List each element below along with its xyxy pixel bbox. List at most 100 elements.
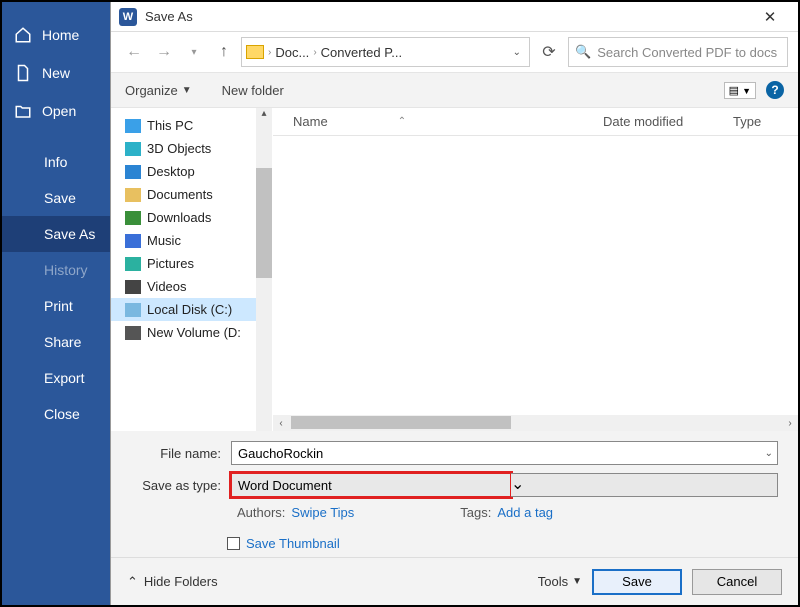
- scroll-left-icon[interactable]: ‹: [273, 418, 289, 429]
- address-bar-row: ← → ▾ ↑ › Doc... › Converted P... ⌄ ⟳ 🔍 …: [111, 32, 798, 72]
- tree-item-label: Local Disk (C:): [147, 302, 232, 317]
- horizontal-scrollbar[interactable]: ‹ ›: [273, 415, 798, 431]
- folder-icon: [246, 45, 264, 59]
- scroll-right-icon[interactable]: ›: [782, 418, 798, 429]
- tree-item-label: This PC: [147, 118, 193, 133]
- sidebar-item-open[interactable]: Open: [2, 92, 110, 130]
- tree-item-this-pc[interactable]: This PC: [111, 114, 272, 137]
- sidebar-item-new[interactable]: New: [2, 54, 110, 92]
- column-name[interactable]: Name: [293, 114, 328, 129]
- nav-back-icon[interactable]: ←: [121, 39, 147, 65]
- authors-field[interactable]: Swipe Tips: [291, 505, 354, 520]
- nav-up-icon[interactable]: ↑: [211, 39, 237, 65]
- new-doc-icon: [14, 64, 32, 82]
- tree-item-label: Documents: [147, 187, 213, 202]
- folder-tree: This PC 3D Objects Desktop Documents Downloa…: [111, 108, 273, 431]
- sidebar-item-save[interactable]: Save: [2, 180, 110, 216]
- tree-item-pictures[interactable]: Pictures: [111, 252, 272, 275]
- tree-item-documents[interactable]: Documents: [111, 183, 272, 206]
- sidebar-item-home[interactable]: Home: [2, 16, 110, 54]
- sidebar-item-close[interactable]: Close: [2, 396, 110, 432]
- chevron-up-icon: ⌃: [127, 574, 138, 590]
- folder-type-icon: [125, 142, 141, 156]
- savetype-dropdown-ext[interactable]: ⌄: [511, 473, 778, 497]
- tags-label: Tags:: [460, 505, 491, 520]
- column-type[interactable]: Type: [733, 114, 778, 129]
- filename-input[interactable]: GauchoRockin⌄: [231, 441, 778, 465]
- path-segment[interactable]: Converted P...: [321, 45, 402, 60]
- tree-item-music[interactable]: Music: [111, 229, 272, 252]
- filename-label: File name:: [131, 446, 231, 461]
- chevron-down-icon: ▼: [182, 85, 192, 96]
- tree-item-label: New Volume (D:: [147, 325, 241, 340]
- column-date[interactable]: Date modified: [603, 114, 733, 129]
- folder-type-icon: [125, 303, 141, 317]
- close-button[interactable]: ✕: [750, 8, 790, 26]
- chevron-down-icon: ⌄: [511, 476, 524, 493]
- sidebar-label: New: [42, 65, 70, 81]
- organize-menu[interactable]: Organize▼: [125, 83, 192, 98]
- tags-field[interactable]: Add a tag: [497, 505, 553, 520]
- sidebar-label: Home: [42, 27, 79, 43]
- chevron-down-icon[interactable]: ⌄: [765, 448, 773, 459]
- tree-scrollbar[interactable]: ▴: [256, 108, 272, 431]
- save-button[interactable]: Save: [592, 569, 682, 595]
- nav-recent-dropdown[interactable]: ▾: [181, 39, 207, 65]
- tree-item-new-volume-d-[interactable]: New Volume (D:⌄: [111, 321, 272, 344]
- view-options-button[interactable]: ▤ ▼: [724, 82, 756, 99]
- search-input[interactable]: 🔍 Search Converted PDF to docs: [568, 37, 788, 67]
- folder-type-icon: [125, 188, 141, 202]
- dialog-toolbar: Organize▼ New folder ▤ ▼ ?: [111, 72, 798, 108]
- scrollbar-thumb[interactable]: [256, 168, 272, 278]
- sidebar-item-print[interactable]: Print: [2, 288, 110, 324]
- tree-item-label: Music: [147, 233, 181, 248]
- save-as-dialog: W Save As ✕ ← → ▾ ↑ › Doc... › Converted…: [110, 2, 798, 605]
- sidebar-item-save-as[interactable]: Save As: [2, 216, 110, 252]
- dialog-title: Save As: [145, 9, 750, 24]
- chevron-right-icon: ›: [268, 47, 271, 58]
- tree-item-local-disk-c-[interactable]: Local Disk (C:): [111, 298, 272, 321]
- authors-label: Authors:: [237, 505, 285, 520]
- save-form: File name: GauchoRockin⌄ Save as type: W…: [111, 431, 798, 557]
- savetype-label: Save as type:: [131, 478, 231, 493]
- sidebar-item-share[interactable]: Share: [2, 324, 110, 360]
- tree-item-label: Desktop: [147, 164, 195, 179]
- tree-item-label: Videos: [147, 279, 187, 294]
- savetype-dropdown[interactable]: Word Document: [231, 473, 511, 497]
- path-segment[interactable]: Doc...: [275, 45, 309, 60]
- tree-item-desktop[interactable]: Desktop: [111, 160, 272, 183]
- tools-menu[interactable]: Tools▼: [538, 574, 582, 589]
- tree-item-label: Pictures: [147, 256, 194, 271]
- address-bar[interactable]: › Doc... › Converted P... ⌄: [241, 37, 530, 67]
- home-icon: [14, 26, 32, 44]
- save-thumbnail-checkbox[interactable]: [227, 537, 240, 550]
- nav-forward-icon[interactable]: →: [151, 39, 177, 65]
- hide-folders-toggle[interactable]: ⌃ Hide Folders: [127, 574, 218, 590]
- refresh-button[interactable]: ⟳: [534, 42, 564, 62]
- folder-type-icon: [125, 211, 141, 225]
- folder-type-icon: [125, 257, 141, 271]
- dialog-footer: ⌃ Hide Folders Tools▼ Save Cancel: [111, 557, 798, 605]
- sidebar-label: Open: [42, 103, 76, 119]
- tree-item-videos[interactable]: Videos: [111, 275, 272, 298]
- tree-item-3d-objects[interactable]: 3D Objects: [111, 137, 272, 160]
- tree-item-downloads[interactable]: Downloads: [111, 206, 272, 229]
- new-folder-button[interactable]: New folder: [222, 83, 284, 98]
- file-list-pane: Name ⌃ Date modified Type ‹ ›: [273, 108, 798, 431]
- file-list-empty: [273, 136, 798, 415]
- word-backstage-sidebar: Home New Open Info Save Save As History …: [2, 2, 110, 605]
- sort-up-icon: ⌃: [398, 116, 406, 127]
- chevron-down-icon[interactable]: ⌄: [509, 43, 525, 62]
- sidebar-item-info[interactable]: Info: [2, 144, 110, 180]
- sidebar-item-history[interactable]: History: [2, 252, 110, 288]
- folder-type-icon: [125, 234, 141, 248]
- sidebar-item-export[interactable]: Export: [2, 360, 110, 396]
- folder-type-icon: [125, 326, 141, 340]
- scrollbar-thumb[interactable]: [291, 416, 511, 429]
- column-headers: Name ⌃ Date modified Type: [273, 108, 798, 136]
- cancel-button[interactable]: Cancel: [692, 569, 782, 595]
- help-icon[interactable]: ?: [766, 81, 784, 99]
- tree-item-label: 3D Objects: [147, 141, 211, 156]
- save-thumbnail-label: Save Thumbnail: [246, 536, 340, 551]
- tree-item-label: Downloads: [147, 210, 211, 225]
